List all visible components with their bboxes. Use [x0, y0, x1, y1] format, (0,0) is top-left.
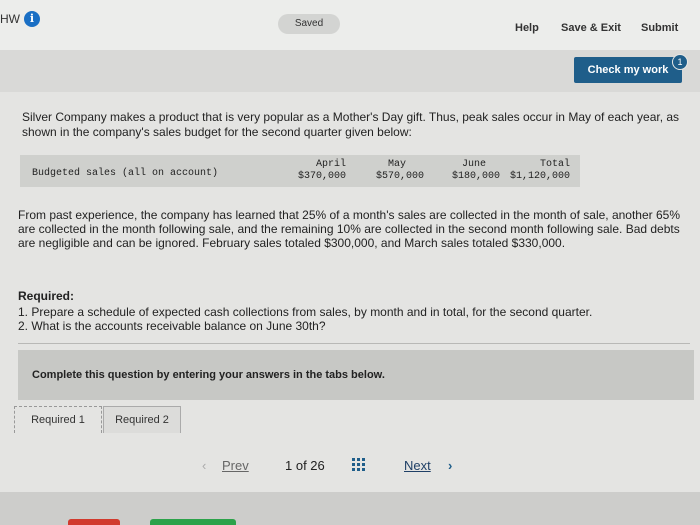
red-indicator: [68, 519, 120, 525]
instructions-box: Complete this question by entering your …: [18, 350, 694, 400]
page-indicator: 1 of 26: [285, 458, 325, 473]
chevron-right-icon[interactable]: ›: [448, 458, 452, 473]
bottom-bar: [0, 492, 700, 525]
month-header: Total: [539, 159, 570, 170]
required-list: 1. Prepare a schedule of expected cash c…: [18, 305, 690, 333]
month-value: $180,000: [451, 171, 500, 182]
top-bar: HW i Saved Help Save & Exit Submit: [0, 0, 700, 50]
required-item: 2. What is the accounts receivable balan…: [18, 319, 326, 333]
month-header: April: [315, 159, 346, 170]
month-header: May: [387, 159, 406, 170]
save-exit-link[interactable]: Save & Exit: [561, 22, 621, 34]
chevron-left-icon[interactable]: ‹: [202, 458, 206, 473]
divider: [18, 343, 690, 344]
sales-budget-table: Budgeted sales (all on account) April $3…: [20, 155, 580, 187]
prev-link[interactable]: Prev: [222, 458, 249, 473]
month-header: June: [461, 159, 486, 170]
green-indicator: [150, 519, 236, 525]
required-title: Required:: [18, 289, 75, 303]
tab-required-1[interactable]: Required 1: [14, 406, 102, 433]
budget-row-label: Budgeted sales (all on account): [32, 168, 219, 179]
saved-status-badge: Saved: [278, 14, 340, 34]
question-intro: Silver Company makes a product that is v…: [22, 110, 680, 139]
question-paragraph: From past experience, the company has le…: [18, 208, 681, 250]
month-value: $570,000: [375, 171, 424, 182]
assignment-label: HW: [0, 12, 20, 26]
tab-required-2[interactable]: Required 2: [103, 406, 181, 433]
month-value: $370,000: [297, 171, 346, 182]
submit-link[interactable]: Submit: [641, 22, 678, 34]
instructions-text: Complete this question by entering your …: [32, 369, 385, 381]
required-item: 1. Prepare a schedule of expected cash c…: [18, 305, 593, 319]
grid-icon[interactable]: [352, 458, 366, 472]
check-my-work-button[interactable]: Check my work: [574, 57, 682, 83]
help-link[interactable]: Help: [515, 22, 539, 34]
next-link[interactable]: Next: [404, 458, 431, 473]
info-icon[interactable]: i: [24, 11, 40, 27]
check-count-badge: 1: [672, 54, 688, 70]
month-value: $1,120,000: [509, 171, 570, 182]
